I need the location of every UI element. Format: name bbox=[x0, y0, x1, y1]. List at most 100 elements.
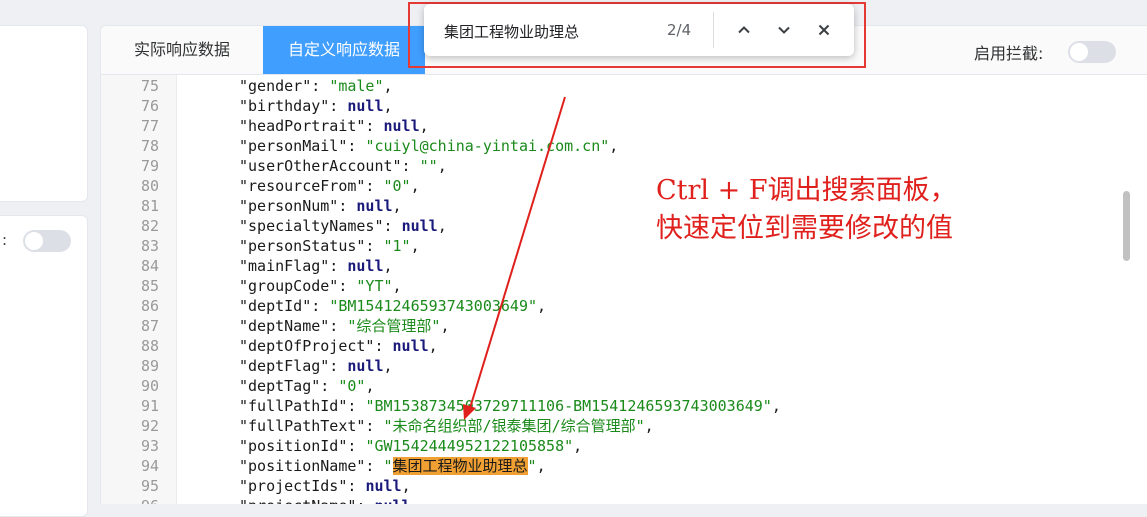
code-text: "specialtyNames": null, bbox=[239, 216, 447, 236]
json-punctuation: , bbox=[392, 277, 402, 295]
line-number: 86 bbox=[140, 297, 159, 315]
json-key: "gender": bbox=[239, 77, 330, 95]
line-number: 88 bbox=[140, 337, 159, 355]
code-text: "fullPathText": "未命名组织部/银泰集团/综合管理部", bbox=[239, 416, 654, 436]
json-punctuation: , bbox=[410, 177, 420, 195]
json-punctuation: , bbox=[365, 377, 375, 395]
json-value: "YT" bbox=[356, 277, 393, 295]
json-key: "fullPathId": bbox=[239, 397, 366, 415]
json-value: "BM1538734503729711106-BM154124659374300… bbox=[365, 397, 772, 415]
line-number: 82 bbox=[140, 217, 159, 235]
json-punctuation: , bbox=[428, 337, 438, 355]
tab-actual-response[interactable]: 实际响应数据 bbox=[101, 26, 263, 74]
line-number: 94 bbox=[140, 457, 159, 475]
line-number: 91 bbox=[140, 397, 159, 415]
code-text: "userOtherAccount": "", bbox=[239, 156, 447, 176]
json-value: null bbox=[392, 337, 429, 355]
line-number: 92 bbox=[140, 417, 159, 435]
annotation-line-2: 快速定位到需要修改的值 bbox=[656, 213, 953, 244]
line-number: 95 bbox=[140, 477, 159, 495]
json-key: "positionId": bbox=[239, 437, 366, 455]
json-punctuation: , bbox=[383, 77, 393, 95]
json-punctuation: , bbox=[392, 197, 402, 215]
intercept-label: 启用拦截: bbox=[974, 44, 1044, 63]
json-key: "mainFlag": bbox=[239, 257, 348, 275]
code-text: "personMail": "cuiyl@china-yintai.com.cn… bbox=[239, 136, 618, 156]
code-text: "resourceFrom": "0", bbox=[239, 176, 420, 196]
json-value: null bbox=[347, 357, 384, 375]
json-punctuation: , bbox=[410, 237, 420, 255]
json-value: null bbox=[365, 477, 402, 495]
annotation-line-1: Ctrl + F调出搜索面板， bbox=[656, 175, 957, 206]
json-key: "personNum": bbox=[239, 197, 357, 215]
json-punctuation: , bbox=[437, 157, 447, 175]
json-value: "0" bbox=[383, 177, 411, 195]
left-card-lower bbox=[0, 215, 88, 517]
left-switch-label: : bbox=[2, 231, 8, 249]
json-key: "fullPathText": bbox=[239, 417, 384, 435]
code-text: "gender": "male", bbox=[239, 76, 393, 96]
switch-knob bbox=[1070, 43, 1088, 61]
json-key: "personStatus": bbox=[239, 237, 384, 255]
search-match-highlight: 集团工程物业助理总 bbox=[392, 457, 528, 475]
code-text: "projectIds": null, bbox=[239, 476, 411, 496]
left-toggle-switch[interactable] bbox=[23, 230, 71, 252]
json-value: "GW1542444952122105858" bbox=[365, 437, 574, 455]
json-key: "deptFlag": bbox=[239, 357, 348, 375]
line-number: 85 bbox=[140, 277, 159, 295]
json-punctuation: , bbox=[609, 137, 619, 155]
json-key: "birthday": bbox=[239, 97, 348, 115]
code-text: "groupCode": "YT", bbox=[239, 276, 402, 296]
code-editor[interactable]: 75 "gender": "male", 76 "birthday": null, 77… bbox=[101, 75, 1147, 504]
json-value: null bbox=[347, 257, 384, 275]
line-number: 93 bbox=[140, 437, 159, 455]
json-key: "deptId": bbox=[239, 297, 330, 315]
response-panel: 实际响应数据 自定义响应数据 启用拦截: 75 "gender": "male",… bbox=[100, 25, 1147, 504]
json-key: "deptOfProject": bbox=[239, 337, 393, 355]
next-match-button[interactable] bbox=[770, 16, 798, 44]
json-punctuation: , bbox=[440, 317, 450, 335]
json-value: "0" bbox=[338, 377, 366, 395]
json-punctuation: , bbox=[537, 297, 547, 315]
json-value: null bbox=[383, 117, 420, 135]
code-text: "mainFlag": null, bbox=[239, 256, 393, 276]
code-text: "fullPathId": "BM1538734503729711106-BM1… bbox=[239, 396, 781, 416]
json-punctuation: , bbox=[383, 97, 393, 115]
line-number: 89 bbox=[140, 357, 159, 375]
json-key: "resourceFrom": bbox=[239, 177, 384, 195]
line-number: 75 bbox=[140, 77, 159, 95]
code-text: "deptTag": "0", bbox=[239, 376, 374, 396]
json-punctuation: , bbox=[437, 217, 447, 235]
left-card bbox=[0, 25, 88, 202]
search-input[interactable] bbox=[442, 18, 646, 44]
code-text: "deptFlag": null, bbox=[239, 356, 393, 376]
json-key: "positionName": bbox=[239, 457, 384, 475]
tab-custom-response[interactable]: 自定义响应数据 bbox=[263, 26, 425, 74]
find-panel: 2/4 bbox=[424, 4, 854, 56]
json-key: "personMail": bbox=[239, 137, 366, 155]
close-search-button[interactable] bbox=[810, 16, 838, 44]
json-key: "projectIds": bbox=[239, 477, 366, 495]
code-text: "positionId": "GW1542444952122105858", bbox=[239, 436, 582, 456]
json-value: "未命名组织部/银泰集团/综合管理部" bbox=[383, 417, 645, 435]
json-punctuation: , bbox=[383, 357, 393, 375]
code-text: "deptName": "综合管理部", bbox=[239, 316, 449, 336]
vertical-scrollbar[interactable] bbox=[1123, 191, 1130, 261]
line-number: 78 bbox=[140, 137, 159, 155]
json-punctuation: , bbox=[644, 417, 654, 435]
json-value: "" bbox=[419, 157, 438, 175]
json-key: "headPortrait": bbox=[239, 117, 384, 135]
json-value: null bbox=[356, 197, 393, 215]
intercept-toggle-switch[interactable] bbox=[1068, 41, 1116, 63]
json-punctuation: , bbox=[401, 477, 411, 495]
json-punctuation: , bbox=[419, 117, 429, 135]
json-key: "groupCode": bbox=[239, 277, 357, 295]
json-value: "综合管理部" bbox=[347, 317, 441, 335]
json-punctuation: , bbox=[771, 397, 781, 415]
chevron-up-icon bbox=[738, 26, 750, 34]
previous-match-button[interactable] bbox=[730, 16, 758, 44]
json-value: "BM1541246593743003649" bbox=[329, 297, 538, 315]
divider bbox=[713, 12, 714, 48]
json-value: "cuiyl@china-yintai.com.cn" bbox=[365, 137, 610, 155]
json-key: "deptName": bbox=[239, 317, 348, 335]
